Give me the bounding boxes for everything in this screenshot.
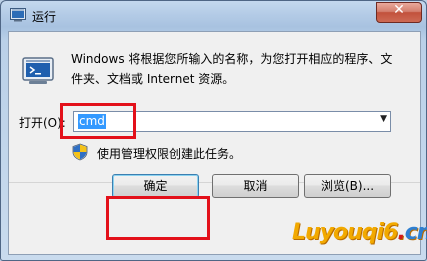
watermark-tld: cn bbox=[404, 220, 427, 245]
site-watermark: Luyouqi6.cn bbox=[292, 220, 427, 245]
watermark-dot: . bbox=[397, 220, 405, 245]
cancel-button[interactable]: 取消 bbox=[212, 174, 299, 198]
window-title: 运行 bbox=[32, 10, 57, 24]
title-bar[interactable]: 运行 ✕ bbox=[1, 1, 426, 31]
open-label: 打开(O): bbox=[19, 116, 66, 130]
close-button[interactable]: ✕ bbox=[376, 2, 422, 23]
dialog-description: Windows 将根据您所输入的名称，为您打开相应的程序、文件夹、文档或 Int… bbox=[71, 52, 393, 86]
chevron-down-icon[interactable]: ▼ bbox=[380, 114, 387, 124]
command-combobox[interactable]: cmd ▼ bbox=[73, 111, 391, 132]
uac-shield-icon bbox=[72, 143, 88, 161]
ok-button[interactable]: 确定 bbox=[112, 174, 199, 198]
close-icon: ✕ bbox=[393, 2, 405, 18]
browse-button[interactable]: 浏览(B)... bbox=[304, 174, 391, 198]
command-input[interactable]: cmd bbox=[78, 114, 106, 129]
run-app-icon bbox=[10, 8, 26, 22]
admin-note: 使用管理权限创建此任务。 bbox=[97, 147, 242, 161]
watermark-main: Luyouqi6 bbox=[292, 220, 398, 245]
run-icon bbox=[22, 57, 54, 84]
